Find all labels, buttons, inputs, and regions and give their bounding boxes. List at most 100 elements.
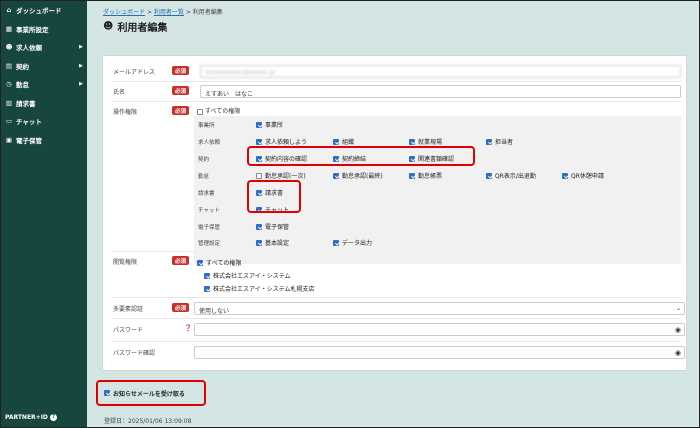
sidebar-item-label: ダッシュボード [16,7,62,16]
perm-basic-settings[interactable]: 基本設定 [256,238,289,247]
perm-attendance-final[interactable]: 勤怠承認(最終) [333,171,383,180]
password-confirm-row: パスワード確認 ◉ [111,343,685,365]
breadcrumb-separator: > [185,9,191,16]
mfa-select[interactable]: 使用しない ⌄ [194,302,685,315]
perm-row-label: 勤怠 [198,174,210,180]
perm-attendance-report[interactable]: 勤怠帳票 [409,171,442,180]
checkbox[interactable] [333,239,339,246]
name-row: 氏名 必須 えすあい はなこ [111,82,681,102]
perm-row-label: 電子保管 [198,225,221,231]
checkbox[interactable] [204,285,210,292]
checkbox[interactable] [197,108,203,115]
perm-e-storage[interactable]: 電子保管 [256,222,289,231]
required-badge: 必須 [172,303,190,312]
option-label: データ出力 [342,240,373,247]
sidebar-item-contract[interactable]: ▤ 契約 ▶ [1,57,87,76]
perm-row-label: チャット [198,208,220,214]
sidebar-item-job-request[interactable]: ☻ 求人依頼 ▶ [1,38,87,57]
checkbox[interactable] [204,272,210,279]
perm-qr-display[interactable]: QR表示/出退勤 [486,171,536,180]
storage-icon: ▣ [5,135,13,144]
view-company[interactable]: 株式会社エスアイ・システム [204,271,291,280]
required-badge: 必須 [172,86,190,95]
chevron-right-icon: ▶ [79,81,83,88]
highlight-notify [96,380,206,406]
help-icon[interactable]: ? [49,414,57,421]
breadcrumb-separator: > [146,9,152,16]
name-field[interactable]: えすあい はなこ [200,85,681,98]
all-permissions-label: すべての権限 [204,108,241,115]
password-confirm-field[interactable]: ◉ [194,346,685,359]
sidebar-item-attendance[interactable]: ◷ 勤怠 ▶ [1,75,87,94]
perm-row-label: 求人依頼 [198,140,221,146]
all-permissions-checkbox[interactable]: すべての権限 [197,106,240,115]
option-label: すべての権限 [206,260,242,267]
option-label: QR表示/出退勤 [495,173,536,180]
required-badge: 必須 [172,106,190,115]
required-badge: 必須 [172,66,190,75]
sidebar-item-label: 電子保管 [16,136,42,145]
perm-data-export[interactable]: データ出力 [333,238,372,247]
name-label: 氏名 [113,89,126,96]
perm-office[interactable]: 事業所 [256,120,283,129]
sidebar-item-invoice[interactable]: ▥ 請求書 [1,94,87,113]
perm-qr-break[interactable]: QR休憩申請 [562,171,604,180]
checkbox[interactable] [256,239,262,246]
checkbox[interactable] [197,259,203,266]
breadcrumb-user-list[interactable]: 利用者一覧 [154,9,184,16]
sidebar-item-dashboard[interactable]: ⌂ ダッシュボード [1,1,87,20]
checkbox[interactable] [256,223,262,230]
option-label: QR休憩申請 [571,173,604,180]
breadcrumb-current: 利用者編集 [192,9,223,16]
password-row: パスワード ❓ ◉ [111,320,685,342]
perm-row-label: 事業所 [198,123,215,129]
checkbox[interactable] [256,121,262,128]
view-sapporo-branch[interactable]: 株式会社エスアイ・システム札幌支店 [204,284,315,293]
eye-icon[interactable]: ◉ [675,326,681,334]
mfa-value: 使用しない [199,308,230,315]
permissions-label: 操作権限 [113,109,138,116]
checkbox[interactable] [409,172,415,179]
email-row: メールアドレス 必須 xxxxxxxxxxx@xxxxx.jp [111,62,681,82]
checkbox[interactable] [256,138,262,145]
eye-icon[interactable]: ◉ [675,349,681,357]
perm-staff[interactable]: 担当者 [486,137,513,146]
page-title-text: 利用者編集 [117,23,168,34]
highlight-invoice-chat [247,180,301,213]
sidebar-item-office-settings[interactable]: ▦ 事業所設定 [1,20,87,39]
password-field[interactable]: ◉ [194,323,685,336]
permissions-row: 操作権限 必須 すべての権限 事業所 求人依頼 契約 勤怠 請求書 チャット 電… [111,102,681,264]
checkbox[interactable] [333,172,339,179]
perm-row-label: 管理設定 [198,241,221,247]
chat-icon: ▭ [5,117,13,126]
sidebar-item-chat[interactable]: ▭ チャット [1,112,87,131]
highlight-contract-row [247,146,475,166]
option-label: 事業所 [265,122,284,129]
email-field[interactable]: xxxxxxxxxxx@xxxxx.jp [200,65,681,78]
question-icon[interactable]: ❓ [184,324,192,332]
perm-work-site[interactable]: 就業現場 [409,137,442,146]
option-label: 株式会社エスアイ・システム [213,273,291,280]
perm-organization[interactable]: 組織 [333,137,354,146]
user-edit-form: メールアドレス 必須 xxxxxxxxxxx@xxxxx.jp 氏名 必須 えす… [102,55,687,371]
checkbox[interactable] [256,172,262,179]
perm-row-label: 契約 [198,157,210,163]
option-label: 就業現場 [418,139,443,146]
view-all[interactable]: すべての権限 [197,258,241,267]
sidebar-item-e-storage[interactable]: ▣ 電子保管 [1,131,87,150]
perm-job-request[interactable]: 求人依頼しよう [256,137,307,146]
mfa-row: 多要素認証 必須 使用しない ⌄ [111,299,685,319]
checkbox[interactable] [486,138,492,145]
checkbox[interactable] [333,138,339,145]
main-content: ダッシュボード > 利用者一覧 > 利用者編集 ☻ 利用者編集 メールアドレス 必… [87,1,699,427]
checkbox[interactable] [562,172,568,179]
breadcrumb-dashboard[interactable]: ダッシュボード [103,9,145,16]
sidebar-item-label: 事業所設定 [16,25,49,34]
checkbox[interactable] [409,138,415,145]
chevron-right-icon: ▶ [79,44,83,51]
password-label: パスワード [113,327,144,334]
checkbox[interactable] [486,172,492,179]
email-label: メールアドレス [113,69,156,76]
sidebar: ⌂ ダッシュボード ▦ 事業所設定 ☻ 求人依頼 ▶ ▤ 契約 ▶ ◷ 勤怠 ▶ ▥ 請求書 ▭ チ… [1,1,87,427]
perm-attendance-first[interactable]: 勤怠承認(一次) [256,171,306,180]
